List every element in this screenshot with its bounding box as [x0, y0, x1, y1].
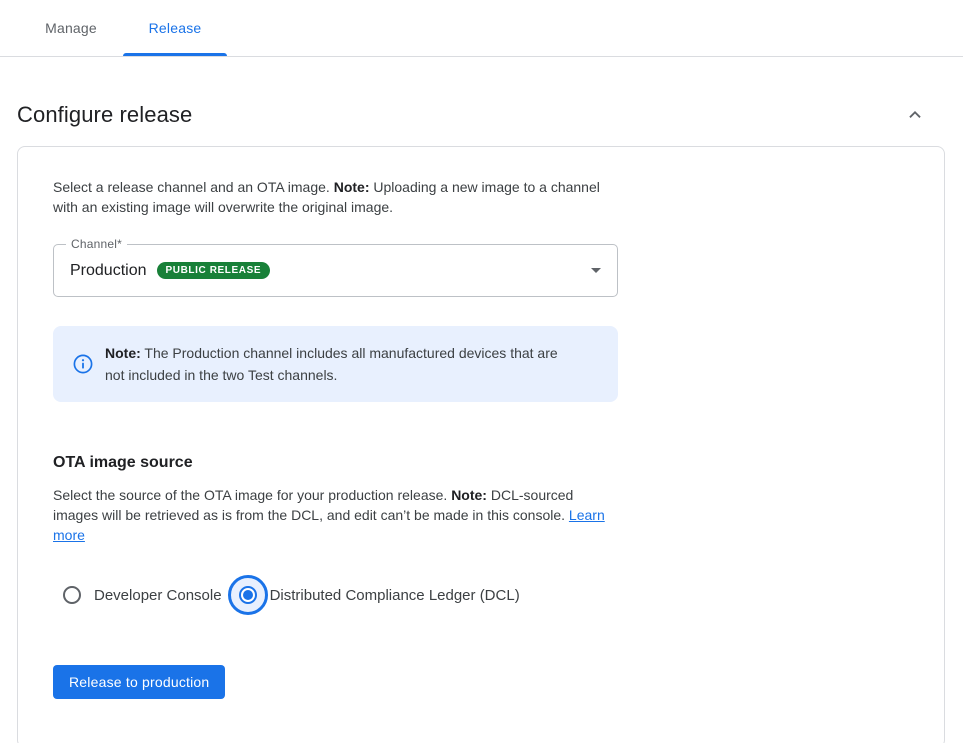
ota-source-description: Select the source of the OTA image for y…: [53, 485, 618, 545]
public-release-badge: PUBLIC RELEASE: [157, 262, 271, 279]
intro-note-label: Note:: [334, 179, 370, 195]
ota-source-radio-group: Developer Console Distributed Compliance…: [63, 575, 909, 615]
release-to-production-button[interactable]: Release to production: [53, 665, 225, 699]
radio-dcl[interactable]: Distributed Compliance Ledger (DCL): [222, 575, 520, 615]
radio-selected-icon: [239, 586, 257, 604]
channel-select[interactable]: Channel* Production PUBLIC RELEASE: [53, 244, 618, 297]
radio-developer-console-label: Developer Console: [94, 587, 222, 604]
desc-note-label: Note:: [451, 487, 487, 503]
desc-pre: Select the source of the OTA image for y…: [53, 487, 451, 503]
radio-developer-console[interactable]: Developer Console: [63, 586, 222, 604]
configure-release-card: Select a release channel and an OTA imag…: [17, 146, 945, 743]
ota-image-source-heading: OTA image source: [53, 454, 909, 472]
info-note-text: Note: The Production channel includes al…: [105, 342, 580, 386]
intro-pre: Select a release channel and an OTA imag…: [53, 179, 334, 195]
collapse-chevron-up-icon[interactable]: [903, 103, 927, 127]
intro-text: Select a release channel and an OTA imag…: [53, 177, 613, 217]
radio-selected-focus-ring: [228, 575, 268, 615]
radio-unselected-icon: [63, 586, 81, 604]
tab-manage[interactable]: Manage: [19, 0, 123, 56]
note-label: Note:: [105, 345, 141, 361]
channel-field-label: Channel*: [66, 237, 127, 251]
info-icon: [73, 354, 93, 374]
note-text: The Production channel includes all manu…: [105, 345, 558, 383]
channel-selected-value: Production: [70, 262, 147, 280]
page: Manage Release Configure release Select …: [0, 0, 963, 743]
tab-release[interactable]: Release: [123, 0, 227, 56]
radio-dcl-label: Distributed Compliance Ledger (DCL): [270, 587, 520, 604]
tab-bar: Manage Release: [0, 0, 963, 57]
section-header: Configure release: [17, 102, 935, 128]
page-title: Configure release: [17, 102, 192, 128]
info-note-box: Note: The Production channel includes al…: [53, 326, 618, 402]
dropdown-caret-icon: [591, 268, 601, 273]
